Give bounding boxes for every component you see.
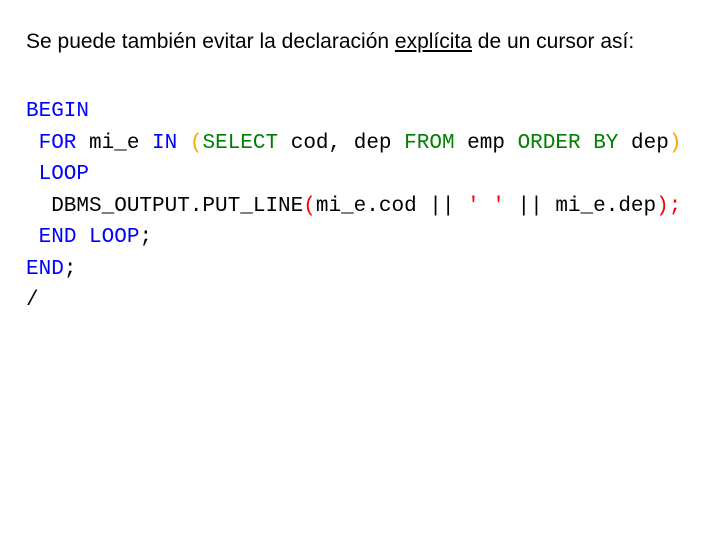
intro-part2: de un cursor así:: [472, 30, 634, 53]
kw-endloop: END LOOP: [39, 226, 140, 249]
txt-dbms: DBMS_OUTPUT.PUT_LINE: [26, 195, 303, 218]
paren-close-1: ): [669, 132, 682, 155]
txt-endloop-pre: [26, 226, 39, 249]
paren-open-1: (: [190, 132, 203, 155]
txt-cols: cod, dep: [278, 132, 404, 155]
txt-expr1: mi_e.cod ||: [316, 195, 467, 218]
kw-loop: LOOP: [26, 163, 89, 186]
txt-expr2: || mi_e.dep: [505, 195, 656, 218]
txt-slash: /: [26, 289, 39, 312]
intro-part1: Se puede también evitar la declaración: [26, 30, 395, 53]
slide: Se puede también evitar la declaración e…: [0, 0, 720, 540]
paren-open-2: (: [303, 195, 316, 218]
code-block: BEGIN FOR mi_e IN (SELECT cod, dep FROM …: [26, 96, 694, 317]
txt-sp1: [177, 132, 190, 155]
txt-endloop-semi: ;: [139, 226, 152, 249]
txt-end-semi: ;: [64, 258, 77, 281]
kw-for: FOR: [26, 132, 76, 155]
txt-dep: dep: [618, 132, 668, 155]
txt-emp: emp: [455, 132, 518, 155]
paren-close-2-semi: );: [656, 195, 681, 218]
sql-select: SELECT: [202, 132, 278, 155]
intro-underlined: explícita: [395, 30, 472, 53]
kw-end: END: [26, 258, 64, 281]
kw-begin: BEGIN: [26, 100, 89, 123]
string-lit: ' ': [467, 195, 505, 218]
txt-mi-e: mi_e: [76, 132, 152, 155]
sql-from: FROM: [404, 132, 454, 155]
intro-text: Se puede también evitar la declaración e…: [26, 28, 694, 56]
sql-orderby: ORDER BY: [518, 132, 619, 155]
kw-in: IN: [152, 132, 177, 155]
